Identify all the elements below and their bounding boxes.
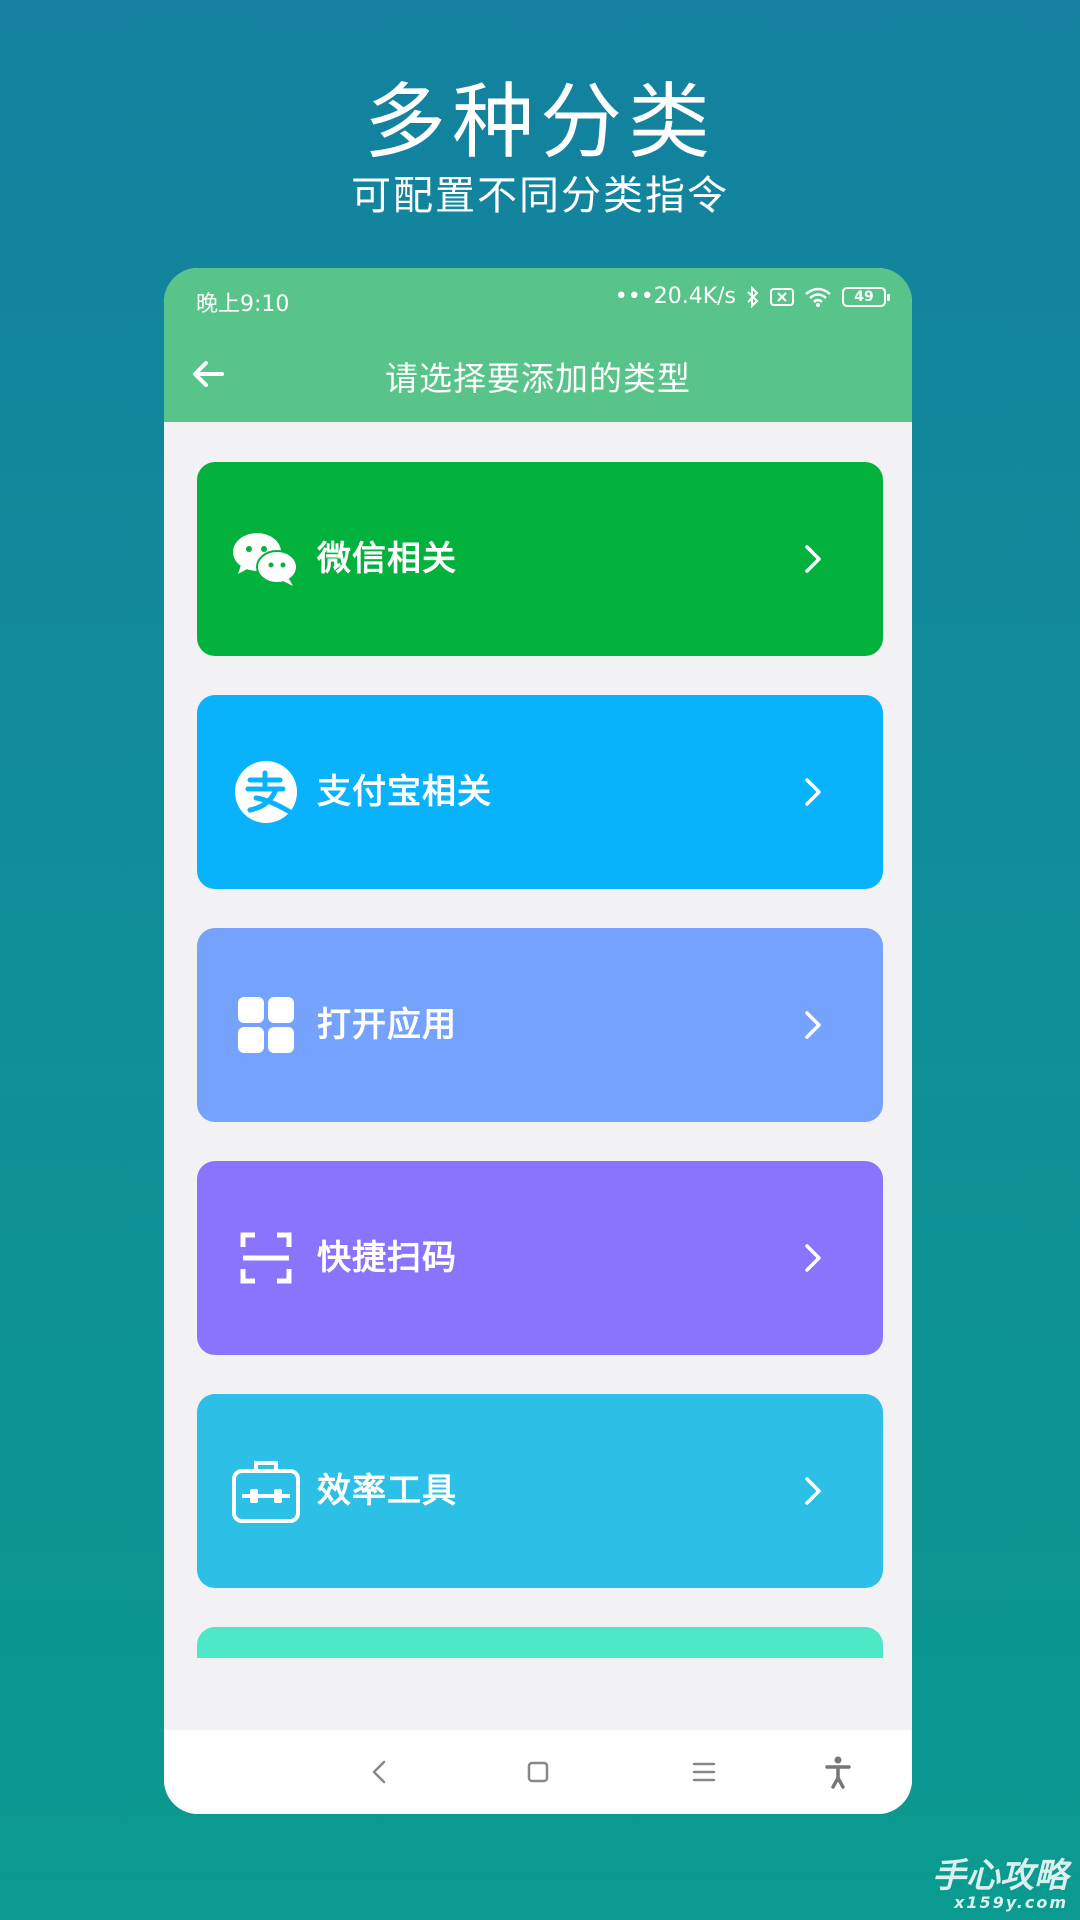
- menu-icon[interactable]: [684, 1752, 724, 1792]
- promo-subtitle: 可配置不同分类指令: [351, 173, 729, 219]
- category-label: 效率工具: [317, 1471, 457, 1511]
- category-tools[interactable]: 效率工具: [197, 1394, 883, 1588]
- category-wechat[interactable]: 微信相关: [197, 462, 883, 656]
- home-icon[interactable]: [518, 1752, 558, 1792]
- alipay-icon: [231, 757, 301, 827]
- watermark-logo: 手心攻略 x159y.com: [932, 1856, 1068, 1912]
- dots-icon: •••: [614, 284, 654, 309]
- status-icons: •••20.4K/s 49: [614, 284, 890, 309]
- battery-icon: 49: [842, 286, 890, 307]
- network-speed: •••20.4K/s: [614, 284, 736, 309]
- category-list: 微信相关 支付宝相关 打开应用 快捷扫码 效率工具: [164, 422, 912, 1658]
- chevron-right-icon: [805, 1477, 821, 1505]
- category-scan[interactable]: 快捷扫码: [197, 1161, 883, 1355]
- category-label: 微信相关: [317, 539, 457, 579]
- system-nav-bar: [164, 1730, 912, 1814]
- page-title: 请选择要添加的类型: [385, 359, 691, 398]
- phone-screen: 晚上9:10 •••20.4K/s 49 请选择要添加的类型 微信相关 支付宝相…: [164, 268, 912, 1814]
- category-open-app[interactable]: 打开应用: [197, 928, 883, 1122]
- category-label: 支付宝相关: [317, 772, 492, 812]
- toolbox-icon: [231, 1456, 301, 1526]
- grid-apps-icon: [231, 990, 301, 1060]
- status-time: 晚上9:10: [196, 292, 290, 317]
- category-partial[interactable]: [197, 1627, 883, 1658]
- back-icon[interactable]: [360, 1752, 400, 1792]
- scan-icon: [231, 1223, 301, 1293]
- category-label: 打开应用: [317, 1005, 457, 1045]
- chevron-right-icon: [805, 1244, 821, 1272]
- chevron-right-icon: [805, 1011, 821, 1039]
- chevron-right-icon: [805, 778, 821, 806]
- category-alipay[interactable]: 支付宝相关: [197, 695, 883, 889]
- bluetooth-icon: [746, 285, 760, 308]
- sim-off-icon: [770, 287, 794, 306]
- wechat-icon: [231, 524, 301, 594]
- wifi-icon: [804, 286, 832, 308]
- chevron-right-icon: [805, 545, 821, 573]
- accessibility-icon[interactable]: [818, 1752, 858, 1792]
- promo-title: 多种分类: [363, 75, 716, 170]
- app-bar: 晚上9:10 •••20.4K/s 49 请选择要添加的类型: [164, 268, 912, 422]
- category-label: 快捷扫码: [317, 1238, 457, 1278]
